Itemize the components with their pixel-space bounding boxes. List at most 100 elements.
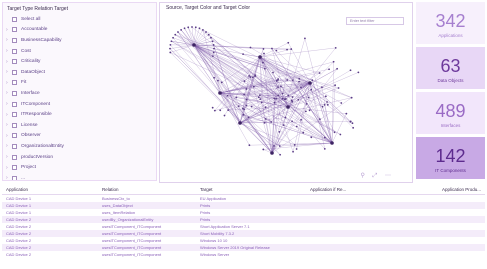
graph-node[interactable] — [328, 68, 330, 71]
graph-node[interactable] — [212, 51, 215, 54]
graph-hub-node[interactable] — [308, 81, 312, 85]
graph-node[interactable] — [213, 76, 216, 79]
graph-node[interactable] — [194, 26, 197, 29]
graph-node[interactable] — [243, 108, 245, 111]
graph-node[interactable] — [169, 51, 172, 54]
graph-node[interactable] — [290, 48, 293, 50]
filter-item[interactable]: Select all — [6, 14, 156, 25]
graph-node[interactable] — [291, 96, 294, 98]
graph-node[interactable] — [220, 81, 223, 84]
graph-node[interactable] — [273, 145, 275, 147]
graph-node[interactable] — [290, 99, 293, 102]
graph-node[interactable] — [262, 148, 265, 151]
graph-node[interactable] — [295, 125, 298, 128]
graph-node[interactable] — [259, 98, 262, 101]
checkbox[interactable] — [12, 143, 17, 149]
checkbox[interactable] — [12, 133, 17, 139]
table-row[interactable]: CAD Device 1 uses_DataObject Prints — [2, 202, 485, 209]
graph-node[interactable] — [174, 33, 177, 36]
graph-node[interactable] — [281, 97, 284, 100]
graph-node[interactable] — [183, 27, 186, 30]
graph-node[interactable] — [334, 84, 336, 87]
graph-node[interactable] — [237, 105, 240, 108]
kpi-card[interactable]: 63 Data Objects — [416, 47, 485, 89]
graph-hub-node[interactable] — [238, 121, 242, 125]
graph-node[interactable] — [263, 67, 266, 70]
graph-node[interactable] — [219, 109, 222, 112]
graph-node[interactable] — [287, 41, 290, 44]
graph-node[interactable] — [323, 103, 326, 106]
graph-node[interactable] — [307, 96, 310, 99]
graph-node[interactable] — [180, 28, 182, 31]
graph-node[interactable] — [345, 112, 348, 115]
checkbox[interactable] — [12, 90, 17, 96]
graph-node[interactable] — [254, 75, 257, 77]
graph-node[interactable] — [258, 94, 261, 97]
filter-item[interactable]: › ITResponsible — [6, 109, 156, 120]
graph-node[interactable] — [278, 130, 281, 133]
checkbox[interactable] — [12, 154, 17, 160]
graph-node[interactable] — [245, 88, 248, 90]
graph-node[interactable] — [243, 80, 246, 83]
checkbox[interactable] — [12, 122, 17, 128]
graph-node[interactable] — [305, 102, 308, 105]
graph-node[interactable] — [211, 40, 214, 43]
graph-node[interactable] — [295, 148, 298, 150]
graph-node[interactable] — [270, 121, 273, 123]
graph-node[interactable] — [235, 96, 238, 99]
graph-node[interactable] — [340, 102, 343, 104]
checkbox[interactable] — [12, 165, 17, 171]
graph-node[interactable] — [326, 101, 328, 103]
checkbox[interactable] — [12, 16, 17, 22]
filter-item[interactable]: ›... — [6, 173, 156, 180]
graph-node[interactable] — [300, 86, 302, 89]
graph-node[interactable] — [211, 106, 214, 109]
graph-node[interactable] — [300, 118, 303, 121]
graph-node[interactable] — [243, 93, 246, 96]
graph-node[interactable] — [242, 113, 245, 116]
network-graph[interactable] — [160, 3, 413, 183]
graph-node[interactable] — [339, 133, 342, 136]
graph-node[interactable] — [263, 122, 266, 124]
graph-node[interactable] — [278, 145, 281, 147]
graph-node[interactable] — [262, 61, 264, 64]
graph-node[interactable] — [251, 76, 254, 79]
graph-node[interactable] — [260, 101, 263, 104]
graph-node[interactable] — [286, 48, 288, 51]
table-row[interactable]: CAD Device 2 usesITComponent_ITComponent S… — [2, 230, 485, 237]
graph-node[interactable] — [169, 43, 172, 46]
graph-node[interactable] — [271, 47, 273, 50]
checkbox[interactable] — [12, 175, 17, 180]
graph-hub-node[interactable] — [218, 91, 222, 95]
graph-node[interactable] — [242, 53, 244, 56]
graph-node[interactable] — [277, 78, 280, 80]
graph-node[interactable] — [249, 76, 252, 78]
graph-node[interactable] — [350, 96, 353, 99]
checkbox[interactable] — [12, 59, 17, 65]
filter-item[interactable]: › Criticality — [6, 56, 156, 67]
graph-node[interactable] — [318, 118, 321, 121]
graph-node[interactable] — [191, 26, 193, 28]
graph-node[interactable] — [304, 37, 306, 40]
graph-node[interactable] — [334, 46, 337, 49]
graph-hub-node[interactable] — [270, 151, 274, 155]
checkbox[interactable] — [12, 80, 17, 86]
graph-node[interactable] — [321, 105, 324, 108]
graph-hub-node[interactable] — [192, 43, 196, 47]
kpi-card[interactable]: 342 Applications — [416, 2, 485, 44]
graph-node[interactable] — [352, 126, 355, 129]
graph-node[interactable] — [227, 109, 230, 111]
graph-node[interactable] — [211, 55, 214, 58]
filter-item[interactable]: › Observer — [6, 131, 156, 142]
graph-node[interactable] — [298, 77, 301, 80]
graph-node[interactable] — [337, 87, 340, 89]
filter-item[interactable]: › Interface — [6, 88, 156, 99]
col-header-relation[interactable]: Relation — [102, 187, 200, 192]
filter-item[interactable]: › ITComponent — [6, 99, 156, 110]
graph-hub-node[interactable] — [330, 141, 334, 145]
graph-node[interactable] — [297, 98, 300, 101]
table-row[interactable]: CAD Device 2 usesITComponent_ITComponent W… — [2, 237, 485, 244]
graph-node[interactable] — [287, 94, 290, 97]
graph-node[interactable] — [311, 79, 314, 82]
col-header-application-relation[interactable]: Application if Re... — [310, 187, 440, 192]
